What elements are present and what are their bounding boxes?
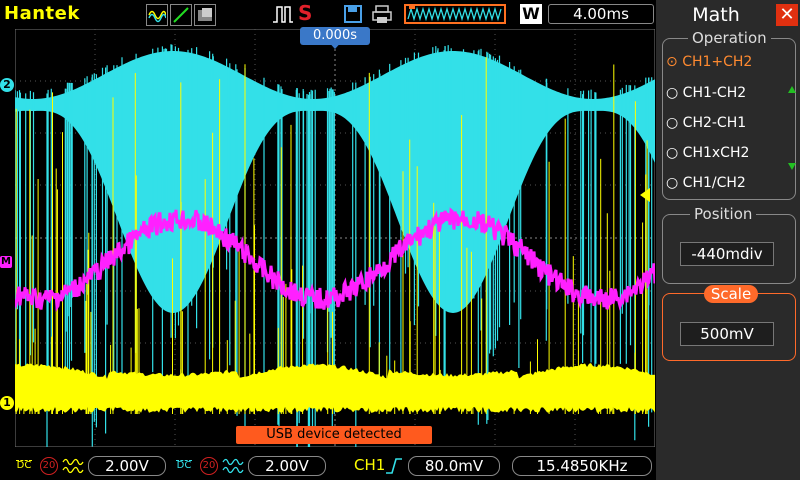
math-ground-marker[interactable]: M bbox=[0, 256, 12, 268]
memory-depth-indicator[interactable] bbox=[404, 4, 506, 24]
zoom-window-icon[interactable]: W bbox=[520, 4, 542, 24]
persist-mode-icon[interactable] bbox=[194, 4, 216, 26]
operation-title: Operation bbox=[688, 29, 771, 47]
op-ch1-times-ch2[interactable]: ○ CH1xCH2 bbox=[666, 145, 749, 161]
trigger-level-marker[interactable] bbox=[640, 188, 650, 202]
op-label: CH2-CH1 bbox=[682, 115, 747, 131]
ch1-ground-marker[interactable]: 1 bbox=[0, 396, 14, 410]
op-label: CH1+CH2 bbox=[682, 54, 753, 70]
op-label: CH1-CH2 bbox=[682, 85, 747, 101]
op-label: CH1xCH2 bbox=[682, 145, 750, 161]
op-ch2-minus-ch1[interactable]: ○ CH2-CH1 bbox=[666, 115, 746, 131]
waveform-display bbox=[15, 29, 655, 447]
trigger-mode-icon[interactable] bbox=[272, 4, 294, 24]
trigger-source[interactable]: CH1 bbox=[354, 456, 385, 474]
trigger-position-label[interactable]: 0.000s bbox=[300, 27, 370, 45]
op-label: CH1/CH2 bbox=[682, 175, 746, 191]
scroll-up-icon[interactable] bbox=[788, 86, 796, 93]
vector-mode-icon[interactable] bbox=[170, 4, 192, 26]
menu-title: Math bbox=[692, 4, 740, 26]
ch1-bw-limit[interactable]: 20 bbox=[40, 457, 58, 475]
scroll-down-icon[interactable] bbox=[788, 163, 796, 170]
brand-logo: Hantek bbox=[4, 3, 80, 24]
scale-value[interactable]: 500mV bbox=[680, 322, 774, 346]
ch2-invert-icon[interactable] bbox=[222, 458, 244, 474]
ch1-invert-icon[interactable] bbox=[62, 458, 84, 474]
trigger-level-readout[interactable]: 80.0mV bbox=[408, 456, 500, 476]
print-icon[interactable] bbox=[372, 4, 392, 24]
ch1-volts-div[interactable]: 2.00V bbox=[88, 456, 166, 476]
ch2-coupling[interactable]: DC bbox=[176, 455, 192, 471]
ch2-volts-div[interactable]: 2.00V bbox=[248, 456, 326, 476]
op-ch1-minus-ch2[interactable]: ○ CH1-CH2 bbox=[666, 85, 746, 101]
ch2-coupling-label: DC bbox=[176, 460, 192, 471]
display-mode-icons bbox=[146, 4, 216, 26]
status-message: USB device detected bbox=[236, 426, 432, 444]
position-title: Position bbox=[690, 205, 757, 223]
frequency-readout: 15.4850KHz bbox=[512, 456, 652, 476]
ch1-coupling[interactable]: DC bbox=[16, 455, 32, 471]
op-ch1-div-ch2[interactable]: ○ CH1/CH2 bbox=[666, 175, 746, 191]
op-ch1-plus-ch2[interactable]: ⊙ CH1+CH2 bbox=[666, 54, 752, 70]
scale-title: Scale bbox=[704, 285, 758, 303]
close-icon[interactable]: ✕ bbox=[776, 4, 798, 26]
save-icon[interactable] bbox=[344, 4, 362, 24]
rising-edge-icon[interactable] bbox=[384, 456, 404, 476]
timebase-readout[interactable]: 4.00ms bbox=[548, 4, 654, 24]
ch2-bw-limit[interactable]: 20 bbox=[200, 457, 218, 475]
position-value[interactable]: -440mdiv bbox=[680, 242, 774, 266]
waveform-mode-icon[interactable] bbox=[146, 4, 168, 26]
run-stop-indicator[interactable]: S bbox=[298, 1, 312, 25]
ch2-ground-marker[interactable]: 2 bbox=[0, 78, 14, 92]
ch1-coupling-label: DC bbox=[16, 460, 32, 471]
